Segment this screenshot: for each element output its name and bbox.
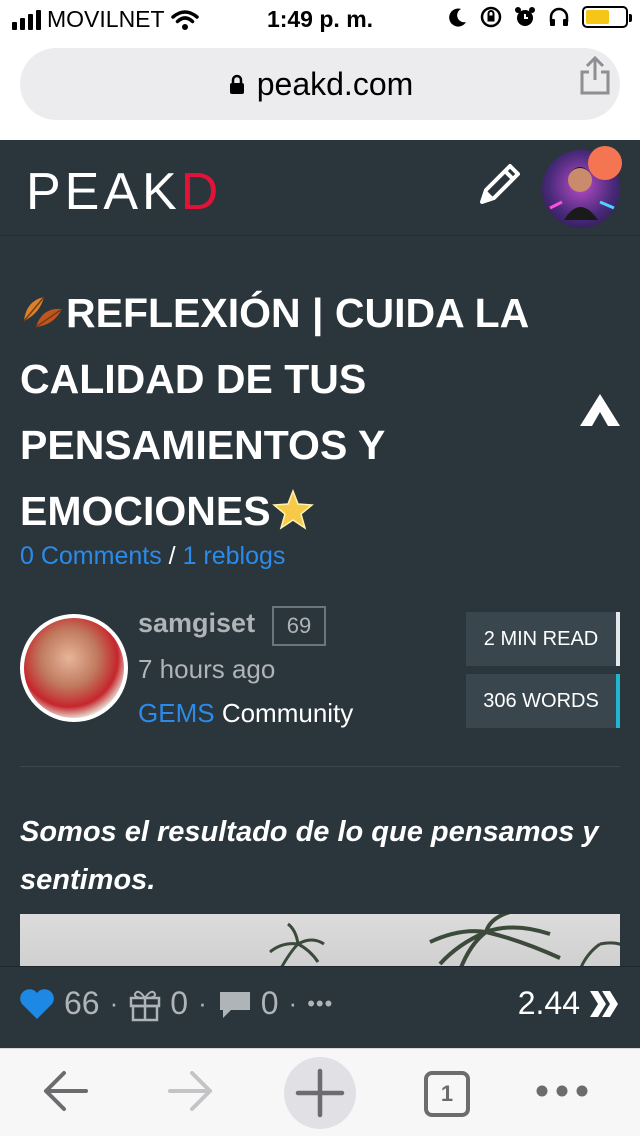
heart-icon[interactable] [18,987,56,1021]
rotation-lock-icon [480,6,502,28]
peakd-logo[interactable]: PEAKD [26,162,222,222]
divider [20,766,620,767]
hive-icon [590,990,618,1017]
status-bar: MOVILNET 1:49 p. m. [0,0,640,40]
new-tab-button[interactable] [284,1057,356,1129]
notification-dot[interactable] [588,146,622,180]
lock-icon [229,74,244,94]
community-link[interactable]: GEMS [138,698,215,728]
browser-address-area: peakd.com [0,40,640,140]
community-suffix: Community [221,698,354,728]
post-image[interactable] [20,914,620,970]
post-title: REFLEXIÓN | CUIDA LA CALIDAD DE TUS PENS… [20,290,528,534]
more-icon[interactable] [534,1081,590,1101]
meta-separator: / [168,542,176,570]
comments-link[interactable]: 0 Comments [20,542,162,570]
palm-trees-image [269,914,620,970]
tab-switcher-button[interactable]: 1 [424,1071,470,1117]
headphones-icon [549,7,569,26]
back-arrow-icon[interactable] [40,1067,90,1115]
pencil-icon[interactable] [472,156,528,212]
alarm-icon [515,7,535,26]
browser-toolbar: 1 [0,1048,640,1136]
post-actions-bar: 66 · 0 · 0 · ••• 2.44 [0,966,640,1048]
read-time-badge: 2 MIN READ [466,612,620,666]
more-actions-button[interactable]: ••• [307,991,333,1017]
plus-icon [295,1068,345,1118]
url-text: peakd.com [256,65,414,102]
glowing-star-icon [271,488,314,530]
comment-count: 0 [260,985,279,1021]
gift-icon[interactable] [128,986,162,1022]
share-icon[interactable] [578,56,612,96]
word-count-badge: 306 WORDS [466,674,620,728]
like-count: 66 [64,985,100,1021]
collapse-arrow-icon[interactable] [578,392,622,428]
post-intro: Somos el resultado de lo que pensamos y … [20,816,599,896]
forward-arrow-icon[interactable] [166,1067,216,1115]
reblogs-link[interactable]: 1 reblogs [183,542,286,570]
payout-value: 2.44 [517,985,580,1021]
gift-count: 0 [170,985,189,1021]
moon-icon [449,8,466,27]
payout[interactable]: 2.44 [518,985,620,1022]
reputation-badge: 69 [272,606,326,646]
address-bar[interactable]: peakd.com [20,48,620,120]
community-label: GEMS Community [138,698,353,729]
battery-icon [582,6,632,28]
author-name[interactable]: samgiset [138,608,255,639]
author-avatar[interactable] [20,614,128,722]
comment-icon[interactable] [217,988,253,1020]
autumn-leaf-icon [23,296,63,328]
post-time: 7 hours ago [138,654,276,684]
post-meta-links: 0 Comments / 1 reblogs [20,542,285,571]
